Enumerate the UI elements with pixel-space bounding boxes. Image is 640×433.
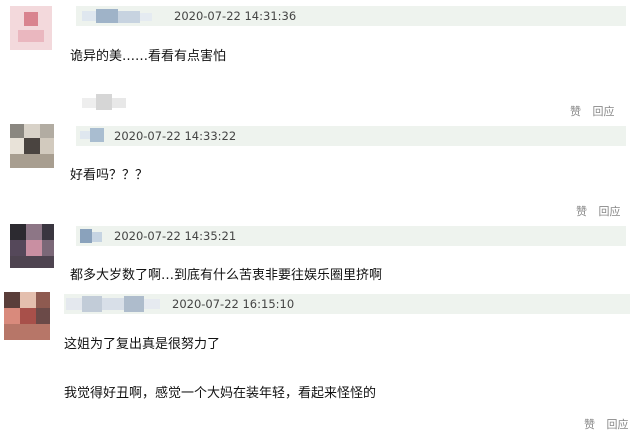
avatar-blur [4,292,20,308]
avatar-blur [10,240,26,256]
avatar-blur [40,124,54,138]
like-button[interactable]: 赞 [576,205,587,218]
username-blurred[interactable] [82,9,154,23]
avatar-blur [18,30,44,42]
comment-text-second: 我觉得好丑啊，感觉一个大妈在装年轻，看起来怪怪的 [64,386,377,401]
comment-text: 诡异的美……看看有点害怕 [70,49,227,64]
avatar-blur [36,292,50,308]
avatar-blur [40,138,54,154]
reply-button[interactable]: 回应 [607,418,629,431]
username-blurred[interactable] [80,229,106,243]
reply-button[interactable]: 回应 [599,205,621,218]
avatar-blur [10,124,24,138]
avatar-blur [24,138,40,154]
avatar-blur [10,256,54,268]
avatar[interactable] [4,292,50,340]
reply-blur [82,94,128,110]
like-button[interactable]: 赞 [570,105,581,118]
avatar-blur [24,124,40,138]
reply-button[interactable]: 回应 [593,105,615,118]
avatar-blur [24,12,38,26]
avatar-blur [36,308,50,324]
comment-text: 这姐为了复出真是很努力了 [64,337,221,352]
comment-timestamp: 2020-07-22 14:35:21 [114,229,237,243]
comment-meta-bar [76,6,626,26]
like-button[interactable]: 赞 [584,418,595,431]
username-blurred[interactable] [66,296,164,312]
comment-actions: 赞 回应 [570,103,615,119]
avatar-blur [42,224,54,240]
avatar-blur [4,308,20,324]
comment-actions: 赞 回应 [576,203,621,219]
comment-actions: 赞 回应 [584,416,629,432]
comment-timestamp: 2020-07-22 14:33:22 [114,129,237,143]
avatar-blur [26,240,42,256]
avatar-blur [26,224,42,240]
comment-timestamp: 2020-07-22 16:15:10 [172,297,295,311]
avatar-blur [10,138,24,154]
comment-text: 都多大岁数了啊…到底有什么苦衷非要往娱乐圈里挤啊 [70,268,383,283]
username-blurred[interactable] [80,128,110,142]
avatar[interactable] [10,6,52,50]
avatar[interactable] [10,224,54,268]
avatar-blur [20,292,36,308]
comment-text: 好看吗？？？ [70,168,149,183]
avatar-blur [4,324,50,340]
avatar-blur [20,308,36,324]
avatar-blur [10,154,54,168]
avatar-blur [42,240,54,256]
avatar-blur [10,224,26,240]
avatar[interactable] [10,124,54,168]
comment-timestamp: 2020-07-22 14:31:36 [174,9,297,23]
